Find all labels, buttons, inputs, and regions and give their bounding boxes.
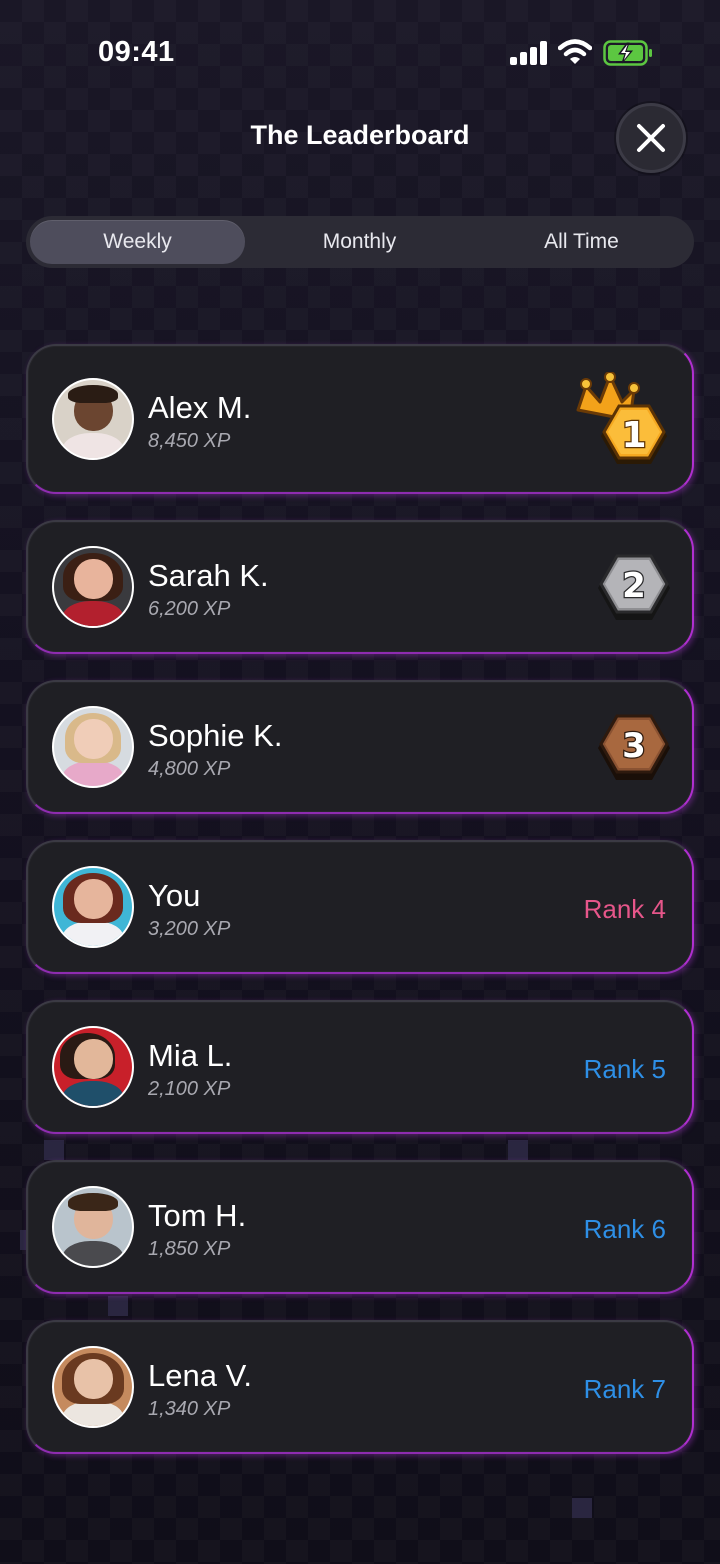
avatar [52, 706, 134, 788]
avatar [52, 1186, 134, 1268]
player-name: Sophie K. [148, 718, 283, 753]
avatar [52, 1026, 134, 1108]
player-xp: 6,200 XP [148, 598, 231, 620]
cellular-signal-icon [510, 41, 548, 65]
player-xp: 4,800 XP [148, 758, 231, 780]
status-time: 09:41 [98, 36, 175, 68]
bronze-rank-3-badge: 3 [598, 714, 670, 780]
rank-label: Rank 7 [583, 1374, 666, 1404]
leaderboard-row-current-user[interactable]: You 3,200 XP Rank 4 [26, 840, 694, 974]
player-name: Alex M. [148, 390, 252, 425]
crown-rank-1-badge: 1 [576, 372, 667, 464]
rank-label: Rank 5 [583, 1054, 666, 1084]
player-name: Lena V. [148, 1358, 253, 1393]
tab-weekly[interactable]: Weekly [30, 220, 245, 264]
avatar [52, 1346, 134, 1428]
close-icon [637, 124, 665, 152]
player-name: Tom H. [148, 1198, 247, 1233]
background-pixel [508, 1140, 528, 1160]
close-button[interactable] [616, 103, 686, 173]
player-name: Mia L. [148, 1038, 233, 1073]
player-xp: 2,100 XP [148, 1078, 231, 1100]
background-pixel [44, 1140, 64, 1160]
tab-monthly[interactable]: Monthly [252, 220, 467, 264]
leaderboard-row[interactable]: Lena V. 1,340 XP Rank 7 [26, 1320, 694, 1454]
leaderboard-row[interactable]: Sarah K. 6,200 XP 2 [26, 520, 694, 654]
tab-all-time[interactable]: All Time [474, 220, 689, 264]
silver-rank-2-badge: 2 [598, 554, 670, 620]
player-name: You [148, 878, 201, 913]
leaderboard-row[interactable]: Tom H. 1,850 XP Rank 6 [26, 1160, 694, 1294]
background-pixel [572, 1498, 592, 1518]
avatar [52, 378, 134, 460]
player-xp: 8,450 XP [148, 430, 231, 452]
rank-label: Rank 6 [583, 1214, 666, 1244]
badge-number: 3 [622, 726, 646, 766]
badge-number: 2 [622, 566, 646, 606]
player-xp: 3,200 XP [148, 918, 231, 940]
leaderboard-row[interactable]: Alex M. 8,450 XP 1 [26, 344, 694, 494]
player-name: Sarah K. [148, 558, 269, 593]
leaderboard-row[interactable]: Sophie K. 4,800 XP 3 [26, 680, 694, 814]
avatar [52, 866, 134, 948]
period-tabs: Weekly Monthly All Time [26, 216, 694, 268]
battery-charging-icon [603, 40, 652, 66]
background-pixel [108, 1296, 128, 1316]
rank-label: Rank 4 [583, 894, 666, 924]
page-title: The Leaderboard [250, 120, 470, 150]
leaderboard-row[interactable]: Mia L. 2,100 XP Rank 5 [26, 1000, 694, 1134]
badge-number: 1 [621, 415, 646, 456]
status-bar: 09:41 [0, 0, 720, 100]
player-xp: 1,340 XP [148, 1398, 231, 1420]
player-xp: 1,850 XP [148, 1238, 231, 1260]
avatar [52, 546, 134, 628]
wifi-icon [558, 39, 592, 64]
